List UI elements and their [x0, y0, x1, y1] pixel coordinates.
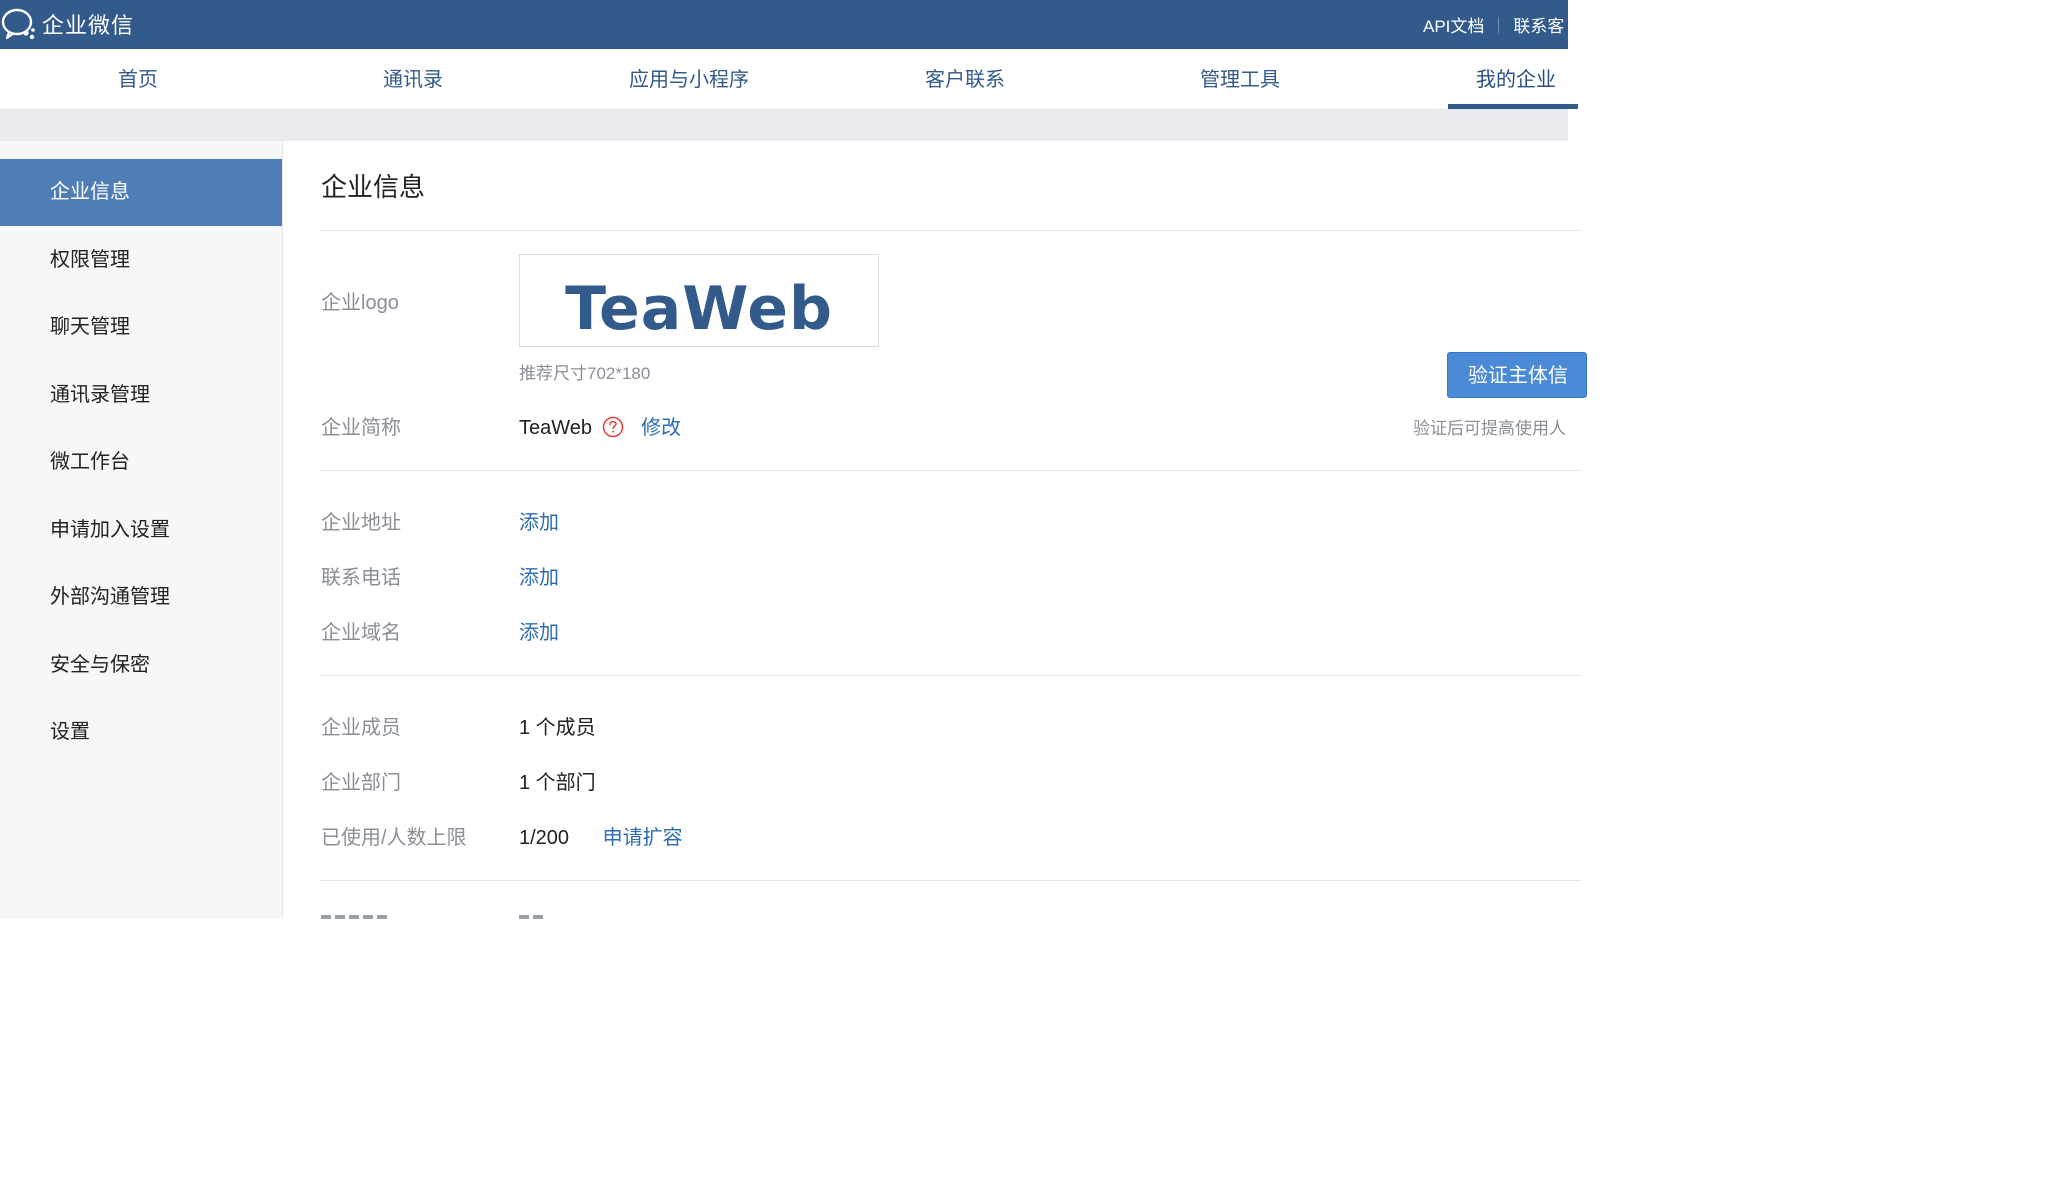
member-limit-value: 1/200	[519, 827, 570, 849]
top-links: API文档 联系客	[1423, 0, 1564, 49]
tab-my-enterprise[interactable]: 我的企业	[1476, 49, 1556, 109]
divider	[321, 230, 1581, 231]
sidebar-item-external-communication[interactable]: 外部沟通管理	[0, 564, 282, 631]
request-expansion-link[interactable]: 申请扩容	[603, 827, 683, 849]
tab-home[interactable]: 首页	[118, 49, 158, 109]
clipped-row-value	[519, 911, 545, 919]
enterprise-logo[interactable]: TeaWeb	[519, 254, 879, 347]
top-bar: 企业微信 API文档 联系客	[0, 0, 1568, 49]
question-circle-icon[interactable]	[602, 416, 624, 438]
sidebar-item-contacts-management[interactable]: 通讯录管理	[0, 362, 282, 429]
contact-link[interactable]: 联系客	[1513, 12, 1564, 37]
domain-label: 企业域名	[321, 622, 401, 644]
brand[interactable]: 企业微信	[0, 6, 134, 42]
departments-value: 1 个部门	[519, 772, 596, 794]
page-band	[0, 110, 1568, 141]
sidebar-item-enterprise-info[interactable]: 企业信息	[0, 159, 282, 226]
sidebar: 企业信息 权限管理 聊天管理 通讯录管理 微工作台 申请加入设置 外部沟通管理 …	[0, 141, 283, 919]
tab-contacts[interactable]: 通讯录	[383, 49, 443, 109]
sidebar-item-join-settings[interactable]: 申请加入设置	[0, 497, 282, 564]
address-label: 企业地址	[321, 512, 401, 534]
short-name-value: TeaWeb	[519, 417, 593, 439]
short-name-row: TeaWeb 修改	[519, 411, 681, 440]
add-phone-link[interactable]: 添加	[519, 561, 559, 590]
main-nav: 首页 通讯录 应用与小程序 客户联系 管理工具 我的企业	[0, 49, 1568, 110]
enterprise-logo-text: TeaWeb	[565, 274, 833, 344]
members-label: 企业成员	[321, 717, 401, 739]
sidebar-item-workbench[interactable]: 微工作台	[0, 429, 282, 496]
clipped-row-label	[321, 911, 391, 919]
api-docs-link[interactable]: API文档	[1423, 12, 1484, 37]
sidebar-item-permissions[interactable]: 权限管理	[0, 227, 282, 294]
wework-logo-icon	[0, 6, 38, 42]
main-content: 企业信息 企业logo TeaWeb 推荐尺寸702*180 企业简称 TeaW…	[283, 141, 1587, 919]
sidebar-item-security[interactable]: 安全与保密	[0, 632, 282, 699]
page-title: 企业信息	[321, 172, 426, 202]
active-tab-indicator	[1448, 104, 1578, 109]
verify-entity-button[interactable]: 验证主体信	[1447, 352, 1587, 398]
edit-short-name-link[interactable]: 修改	[641, 417, 681, 439]
phone-label: 联系电话	[321, 567, 401, 589]
sidebar-item-settings[interactable]: 设置	[0, 699, 282, 766]
divider	[321, 675, 1581, 676]
add-address-link[interactable]: 添加	[519, 506, 559, 535]
verify-note: 验证后可提高使用人	[1413, 419, 1566, 438]
brand-name: 企业微信	[42, 13, 135, 38]
logo-label: 企业logo	[321, 292, 399, 314]
departments-label: 企业部门	[321, 772, 401, 794]
short-name-label: 企业简称	[321, 417, 401, 439]
tab-management-tools[interactable]: 管理工具	[1200, 49, 1280, 109]
members-value: 1 个成员	[519, 717, 596, 739]
logo-size-hint: 推荐尺寸702*180	[519, 364, 651, 383]
member-limit-row: 1/200 申请扩容	[519, 821, 683, 850]
tab-customer-contact[interactable]: 客户联系	[925, 49, 1005, 109]
sidebar-item-chat-management[interactable]: 聊天管理	[0, 294, 282, 361]
divider	[321, 880, 1581, 881]
divider	[321, 470, 1581, 471]
top-links-divider	[1498, 16, 1500, 33]
member-limit-label: 已使用/人数上限	[321, 827, 467, 849]
tab-apps[interactable]: 应用与小程序	[629, 49, 749, 109]
add-domain-link[interactable]: 添加	[519, 616, 559, 645]
